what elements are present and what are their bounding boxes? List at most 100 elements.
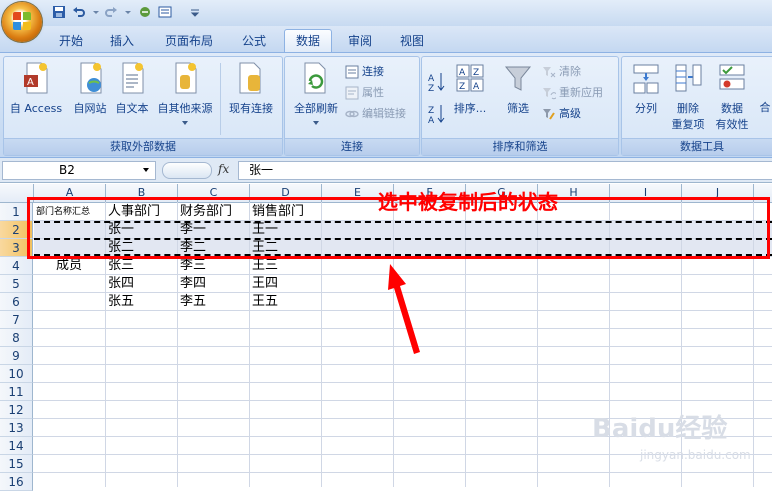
row-header-14[interactable]: 14 xyxy=(0,437,33,455)
reapply-icon xyxy=(543,88,556,100)
ribbon: A 自 Access 自网站 自文本 自其他来源 现有连接 获取外部数据 全部刷… xyxy=(0,52,772,158)
advanced-label: 高级 xyxy=(559,107,581,120)
formula-bar: B2 fx 张一 xyxy=(0,158,772,183)
gridline xyxy=(33,472,772,473)
cell-a4[interactable]: 成员 xyxy=(56,257,82,275)
group-data-tools: 分列 删除 重复项 数据 有效性 合 数据工具 xyxy=(621,56,772,156)
cell-c5[interactable]: 李四 xyxy=(180,275,206,293)
name-box[interactable]: B2 xyxy=(2,161,156,180)
customize-qat-icon[interactable] xyxy=(190,5,200,19)
text-to-columns-icon xyxy=(633,64,659,94)
from-web-label: 自网站 xyxy=(73,102,107,115)
office-button[interactable] xyxy=(2,2,42,42)
watermark-url: jingyan.baidu.com xyxy=(640,448,751,462)
cell-b4[interactable]: 张三 xyxy=(108,257,134,275)
row-header-6[interactable]: 6 xyxy=(0,293,33,311)
chevron-down-icon xyxy=(313,121,319,125)
annotation-arrow-icon xyxy=(388,264,420,354)
reapply-button[interactable]: 重新应用 xyxy=(542,84,603,102)
cell-c6[interactable]: 李五 xyxy=(180,293,206,311)
cell-b6[interactable]: 张五 xyxy=(108,293,134,311)
cell-d6[interactable]: 王五 xyxy=(252,293,278,311)
data-validation-icon xyxy=(719,64,745,90)
redo-dropdown-icon[interactable] xyxy=(124,5,132,19)
remove-duplicates-label-1: 删除 xyxy=(677,102,699,115)
row-header-7[interactable]: 7 xyxy=(0,311,33,329)
row-header-5[interactable]: 5 xyxy=(0,275,33,293)
save-icon[interactable] xyxy=(52,5,66,19)
from-text-button[interactable]: 自文本 xyxy=(110,61,154,116)
svg-text:A: A xyxy=(428,74,435,84)
cell-b5[interactable]: 张四 xyxy=(108,275,134,293)
refresh-all-button[interactable]: 全部刷新 xyxy=(287,61,345,129)
formula-bar-expand-handle[interactable] xyxy=(162,162,212,179)
sort-button[interactable]: A Z Z A 排序... xyxy=(450,61,490,116)
connections-label: 连接 xyxy=(362,65,384,78)
sort-descending-icon[interactable]: ZA xyxy=(428,103,446,125)
from-other-sources-label: 自其他来源 xyxy=(157,102,213,115)
row-header-16[interactable]: 16 xyxy=(0,473,33,491)
consolidate-label: 合 xyxy=(759,101,771,114)
group-divider xyxy=(220,63,221,135)
tab-view[interactable]: 视图 xyxy=(392,30,432,52)
undo-icon[interactable] xyxy=(72,5,86,19)
tab-home[interactable]: 开始 xyxy=(52,30,90,52)
edit-links-button[interactable]: 编辑链接 xyxy=(345,105,406,123)
row-header-10[interactable]: 10 xyxy=(0,365,33,383)
existing-connections-button[interactable]: 现有连接 xyxy=(224,61,278,116)
undo-dropdown-icon[interactable] xyxy=(92,5,100,19)
web-icon xyxy=(80,62,102,94)
redo-icon[interactable] xyxy=(104,5,118,19)
cell-d4[interactable]: 王三 xyxy=(252,257,278,275)
quick-access-toolbar xyxy=(0,0,772,42)
row-header-8[interactable]: 8 xyxy=(0,329,33,347)
data-validation-button[interactable]: 数据 有效性 xyxy=(710,61,754,132)
consolidate-button[interactable]: 合 xyxy=(758,99,772,115)
formula-input[interactable]: 张一 xyxy=(238,161,772,180)
text-to-columns-button[interactable]: 分列 xyxy=(626,61,666,116)
name-box-dropdown-icon[interactable] xyxy=(142,167,150,173)
filter-button[interactable]: 筛选 xyxy=(498,61,538,116)
tab-review[interactable]: 审阅 xyxy=(340,30,380,52)
clear-label: 清除 xyxy=(559,65,581,78)
tab-data[interactable]: 数据 xyxy=(284,29,332,53)
from-access-button[interactable]: A 自 Access xyxy=(6,61,66,116)
connections-icon xyxy=(345,65,359,79)
chevron-down-icon xyxy=(182,121,188,125)
tab-insert[interactable]: 插入 xyxy=(102,30,142,52)
advanced-filter-button[interactable]: 高级 xyxy=(542,105,581,123)
row-header-13[interactable]: 13 xyxy=(0,419,33,437)
row-header-12[interactable]: 12 xyxy=(0,401,33,419)
from-other-sources-button[interactable]: 自其他来源 xyxy=(152,61,218,129)
connections-button[interactable]: 连接 xyxy=(345,63,384,81)
hyperlink-icon[interactable] xyxy=(138,5,152,19)
row-header-9[interactable]: 9 xyxy=(0,347,33,365)
row-header-15[interactable]: 15 xyxy=(0,455,33,473)
text-to-columns-label: 分列 xyxy=(635,102,657,115)
cell-c4[interactable]: 李三 xyxy=(180,257,206,275)
clear-filter-button[interactable]: 清除 xyxy=(542,63,581,81)
worksheet-grid: A B C D E F G H I J 1 2 3 4 5 6 7 8 9 10… xyxy=(0,184,772,491)
name-box-value: B2 xyxy=(59,163,75,177)
tab-formulas[interactable]: 公式 xyxy=(234,30,274,52)
properties-button[interactable]: 属性 xyxy=(345,84,384,102)
sort-label: 排序... xyxy=(453,102,487,115)
svg-text:Z: Z xyxy=(473,68,479,78)
remove-duplicates-button[interactable]: 删除 重复项 xyxy=(668,61,708,132)
gridline xyxy=(33,382,772,383)
remove-duplicates-icon xyxy=(675,64,702,92)
row-header-4[interactable]: 4 xyxy=(0,257,33,275)
form-icon[interactable] xyxy=(158,5,172,19)
row-header-11[interactable]: 11 xyxy=(0,383,33,401)
group-label-external-data: 获取外部数据 xyxy=(4,138,282,155)
from-web-button[interactable]: 自网站 xyxy=(68,61,112,116)
gridline xyxy=(33,400,772,401)
svg-text:A: A xyxy=(473,82,480,92)
data-validation-label-1: 数据 xyxy=(721,102,743,115)
sort-ascending-icon[interactable]: AZ xyxy=(428,71,446,93)
cell-d5[interactable]: 王四 xyxy=(252,275,278,293)
clear-filter-icon xyxy=(543,67,556,78)
insert-function-icon[interactable]: fx xyxy=(218,162,229,176)
tab-page-layout[interactable]: 页面布局 xyxy=(158,30,220,52)
office-logo-icon xyxy=(13,12,31,30)
